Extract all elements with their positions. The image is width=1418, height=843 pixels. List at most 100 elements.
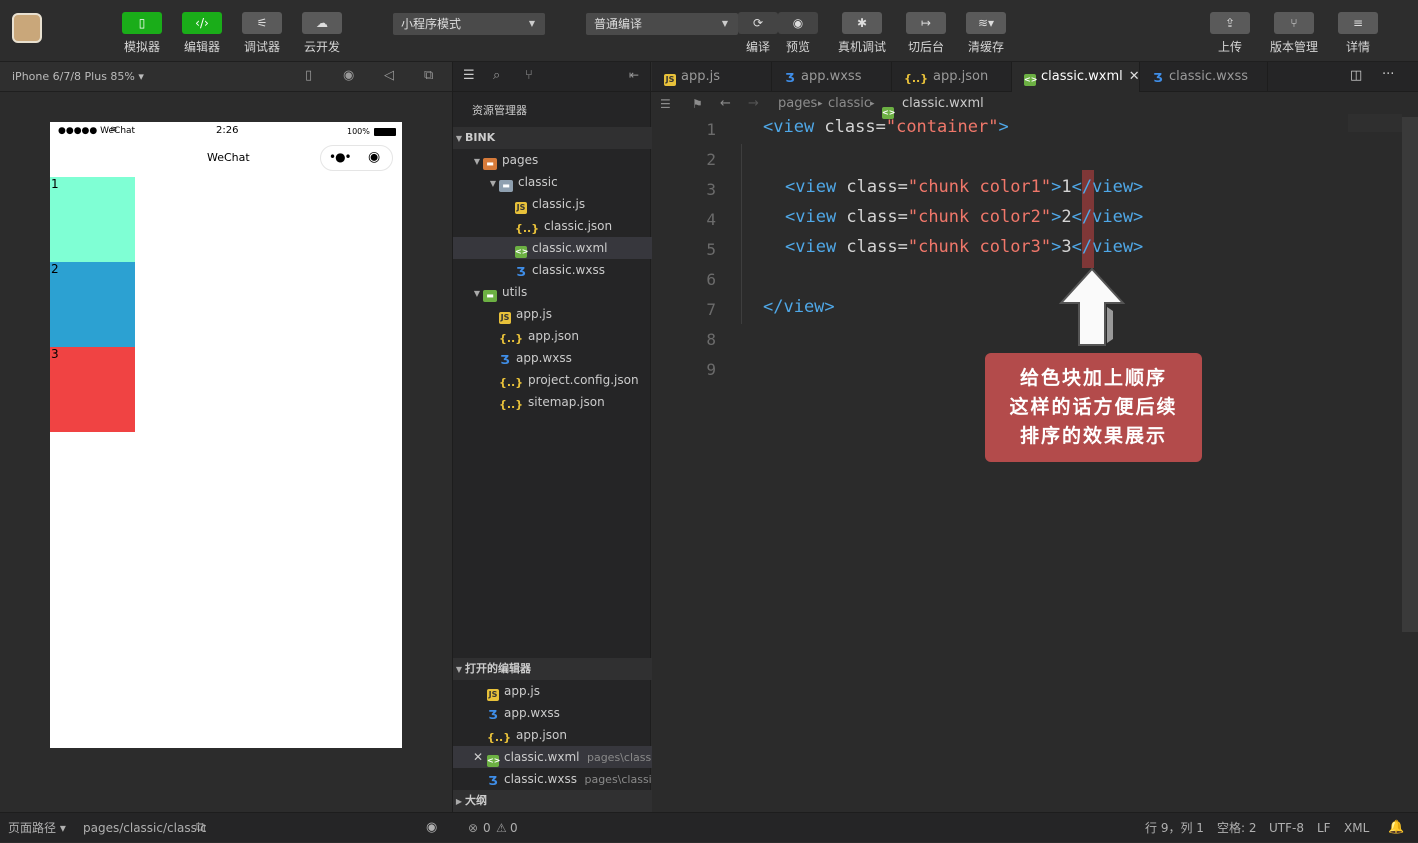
tab-app-js[interactable]: JS app.js (652, 62, 772, 92)
chevron-down-icon: ▼ (455, 134, 463, 143)
device-select[interactable]: iPhone 6/7/8 Plus 85% ▾ (12, 70, 144, 83)
wxss-file-icon: Ʒ (1153, 71, 1163, 85)
tab-classic-wxml[interactable]: <> classic.wxml ✕ (1012, 62, 1140, 92)
open-editors-title: 打开的编辑器 (465, 662, 531, 675)
compile-select[interactable]: 普通编译 ▼ (586, 13, 738, 35)
open-editors-header[interactable]: ▼ 打开的编辑器 (453, 658, 652, 680)
tab-app-wxss[interactable]: Ʒapp.wxss (772, 62, 892, 92)
copy-icon[interactable]: ⧉ (196, 813, 205, 843)
details-button[interactable]: ≡ 详情 (1328, 12, 1388, 55)
close-icon[interactable]: ✕ (473, 746, 483, 768)
error-count[interactable]: 0 (483, 813, 491, 843)
phone-outline-icon[interactable]: ▯ (305, 68, 312, 83)
breadcrumb-file[interactable]: classic.wxml (902, 92, 984, 116)
breadcrumb: ☰ ⚑ ← → pages ▸ classic ▸ <> classic.wxm… (652, 92, 1418, 119)
back-arrow-icon[interactable]: ← (720, 92, 731, 116)
search-icon[interactable]: ⌕ (493, 68, 500, 83)
minimap[interactable] (1348, 114, 1402, 132)
open-editor-item[interactable]: Ʒclassic.wxss pages\classic (453, 768, 657, 790)
code-tag: <view (785, 177, 837, 197)
open-editor-item[interactable]: Ʒapp.wxss (453, 702, 652, 724)
tree-item[interactable]: {..} project.config.json (453, 369, 652, 391)
tab-label: app.wxss (801, 69, 862, 84)
mode-select[interactable]: 小程序模式 ▼ (393, 13, 545, 35)
warning-count[interactable]: 0 (510, 813, 518, 843)
volume-icon[interactable]: ◁ (384, 68, 394, 83)
open-editor-item[interactable]: {..} app.json (453, 724, 652, 746)
menu-icon: ≡ (1338, 12, 1378, 34)
encoding[interactable]: UTF-8 (1269, 813, 1304, 843)
close-circle-icon[interactable]: ◉ (368, 149, 380, 165)
tree-item[interactable]: ▼ ▬ classic (453, 171, 652, 193)
clear-cache-button[interactable]: ≋▾ 清缓存 (956, 12, 1016, 55)
tree-item[interactable]: {..} app.json (453, 325, 652, 347)
record-icon[interactable]: ◉ (343, 68, 354, 83)
cloud-button[interactable]: ☁ 云开发 (292, 12, 352, 55)
tree-item[interactable]: JS classic.js (453, 193, 652, 215)
tree-item[interactable]: {..} sitemap.json (453, 391, 652, 413)
editor-button[interactable]: ‹/› 编辑器 (172, 12, 232, 55)
project-header[interactable]: ▼ BINK (453, 127, 652, 149)
eol[interactable]: LF (1317, 813, 1331, 843)
code-line[interactable]: <view class="chunk color2">2</view> (785, 207, 1143, 227)
bell-icon[interactable]: 🔔 (1388, 813, 1404, 843)
preview-button[interactable]: ◉ 预览 (768, 12, 828, 55)
tree-item[interactable]: {..} classic.json (453, 215, 652, 237)
page-path-dropdown[interactable]: 页面路径 ▾ (8, 813, 66, 843)
code-tag: </view> (763, 297, 835, 317)
nav-title: WeChat (207, 151, 250, 164)
tab-classic-wxss[interactable]: Ʒclassic.wxss (1140, 62, 1268, 92)
indent-setting[interactable]: 空格: 2 (1217, 813, 1257, 843)
folder-open-icon: ▬ (499, 180, 513, 192)
chevron-right-icon: ▶ (455, 797, 463, 806)
cursor-position[interactable]: 行 9，列 1 (1145, 813, 1204, 843)
tree-item[interactable]: <> classic.wxml (453, 237, 652, 259)
eye-icon[interactable]: ◉ (426, 813, 437, 843)
git-icon[interactable]: ⑂ (525, 68, 533, 83)
debugger-label: 调试器 (243, 40, 280, 54)
chunk-label: 3 (51, 347, 59, 361)
language-mode[interactable]: XML (1344, 813, 1369, 843)
list-icon[interactable]: ☰ (463, 68, 475, 83)
more-actions-icon[interactable]: ··· (1382, 67, 1394, 82)
popout-icon[interactable]: ⧉ (424, 68, 433, 83)
eye-icon: ◉ (778, 12, 818, 34)
tree-item-label: classic.wxss (532, 263, 605, 277)
open-editor-item[interactable]: JS app.js (453, 680, 652, 702)
wxml-file-icon: <> (515, 246, 529, 258)
chevron-down-icon: ▼ (455, 665, 463, 674)
code-icon: ‹/› (182, 12, 222, 34)
tree-item[interactable]: Ʒclassic.wxss (453, 259, 652, 281)
outline-header[interactable]: ▶ 大纲 (453, 790, 652, 812)
tree-item[interactable]: JS app.js (453, 303, 652, 325)
simulator-button[interactable]: ▯ 模拟器 (112, 12, 172, 55)
debugger-button[interactable]: ⚟ 调试器 (232, 12, 292, 55)
collapse-panel-icon[interactable]: ⇤ (629, 68, 639, 82)
wxss-file-icon: Ʒ (516, 265, 526, 279)
code-line[interactable]: <view class="chunk color1">1</view> (785, 177, 1143, 197)
split-editor-icon[interactable]: ◫ (1350, 68, 1362, 83)
tree-item[interactable]: ▼ ▬ pages (453, 149, 652, 171)
code-line[interactable]: <view class="chunk color3">3</view> (785, 237, 1143, 257)
list-icon[interactable]: ☰ (660, 92, 671, 116)
tree-item[interactable]: ▼ ▬ utils (453, 281, 652, 303)
breadcrumb-pages[interactable]: pages (778, 92, 817, 116)
close-icon[interactable]: ✕ (1129, 69, 1140, 84)
real-debug-button[interactable]: ✱ 真机调试 (832, 12, 892, 55)
bookmark-icon[interactable]: ⚑ (692, 92, 703, 116)
open-editor-item[interactable]: ✕ <> classic.wxml pages\classic (453, 746, 660, 768)
upload-button[interactable]: ⇪ 上传 (1200, 12, 1260, 55)
clear-cache-label: 清缓存 (967, 40, 1004, 54)
capsule-menu[interactable]: •●• ◉ (320, 145, 393, 171)
more-dots-icon[interactable]: •●• (329, 150, 352, 164)
tree-item[interactable]: Ʒapp.wxss (453, 347, 652, 369)
scrollbar[interactable] (1402, 117, 1418, 632)
line-number: 7 (706, 300, 716, 319)
breadcrumb-classic[interactable]: classic (828, 92, 871, 116)
background-button[interactable]: ↦ 切后台 (896, 12, 956, 55)
version-button[interactable]: ⑂ 版本管理 (1264, 12, 1324, 55)
battery-text: 100% (347, 127, 370, 136)
tab-app-json[interactable]: {..} app.json (892, 62, 1012, 92)
code-line[interactable]: <view class="container"> (763, 117, 1009, 137)
code-line[interactable]: </view> (763, 297, 835, 317)
